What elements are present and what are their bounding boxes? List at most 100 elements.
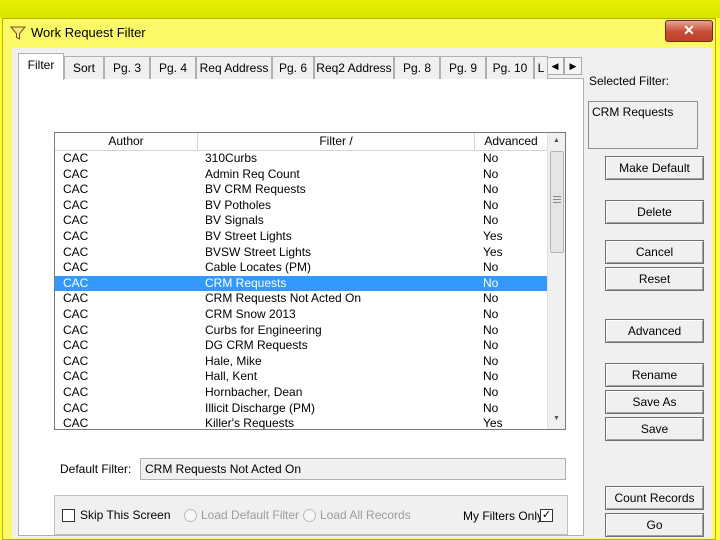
author-cell: CAC [63, 229, 89, 243]
tab-pg-4[interactable]: Pg. 4 [150, 56, 196, 79]
author-cell: CAC [63, 338, 89, 353]
author-cell: CAC [63, 182, 89, 197]
scroll-down-arrow-icon[interactable]: ▼ [548, 411, 565, 427]
selected-filter-value: CRM Requests [588, 101, 698, 149]
tab-pg-9[interactable]: Pg. 9 [440, 56, 486, 79]
tab-sort[interactable]: Sort [64, 56, 104, 79]
list-item[interactable]: CAC Illicit Discharge (PM) No [55, 401, 547, 417]
filter-name-cell: Hall, Kent [205, 369, 258, 384]
author-cell: CAC [63, 260, 89, 275]
author-cell: CAC [63, 197, 89, 212]
filter-name-cell: Admin Req Count [205, 166, 300, 181]
author-cell: CAC [63, 369, 89, 384]
filter-name-cell: Illicit Discharge (PM) [205, 400, 316, 415]
advanced-cell: No [483, 197, 499, 212]
list-item[interactable]: CAC BVSW Street Lights Yes [55, 245, 547, 261]
list-item[interactable]: CAC BV CRM Requests No [55, 182, 547, 198]
author-cell: CAC [63, 151, 89, 165]
list-item[interactable]: CAC CRM Snow 2013 No [55, 307, 547, 323]
load-all-records-label: Load All Records [320, 508, 411, 522]
tab-l[interactable]: L [534, 56, 548, 79]
tab-pg-3[interactable]: Pg. 3 [104, 56, 150, 79]
advanced-cell: No [483, 338, 499, 353]
list-item[interactable]: CAC Hornbacher, Dean No [55, 385, 547, 401]
list-item[interactable]: CAC CRM Requests No [55, 275, 547, 292]
author-cell: CAC [63, 291, 89, 306]
tab-pg-8[interactable]: Pg. 8 [394, 56, 440, 79]
scroll-up-arrow-icon[interactable]: ▲ [548, 133, 565, 149]
filter-list[interactable]: Author Filter / Advanced CAC 310Curbs No CA… [54, 132, 566, 430]
column-header-author[interactable]: Author [55, 133, 198, 151]
go-button[interactable]: Go [605, 513, 704, 537]
list-item[interactable]: CAC Hale, Mike No [55, 354, 547, 370]
column-header-advanced[interactable]: Advanced [475, 133, 548, 151]
default-filter-label: Default Filter: [60, 462, 132, 476]
list-item[interactable]: CAC Curbs for Engineering No [55, 323, 547, 339]
title-bar[interactable]: Work Request Filter ✕ [3, 19, 715, 47]
advanced-cell: No [483, 213, 499, 228]
load-all-records-radio [303, 509, 316, 522]
load-default-filter-label: Load Default Filter [201, 508, 300, 522]
author-cell: CAC [63, 275, 89, 290]
my-filters-only-checkbox[interactable]: ✓ [540, 509, 553, 522]
advanced-button[interactable]: Advanced [605, 319, 704, 343]
save-button[interactable]: Save [605, 417, 704, 441]
filter-name-cell: 310Curbs [205, 151, 258, 165]
load-default-filter-radio [184, 509, 197, 522]
reset-button[interactable]: Reset [605, 267, 704, 291]
tab-req2-address[interactable]: Req2 Address [314, 56, 394, 79]
tab-pg-6[interactable]: Pg. 6 [272, 56, 314, 79]
list-scrollbar[interactable]: ▲ ▼ [547, 133, 565, 429]
advanced-cell: No [483, 182, 499, 197]
advanced-cell: Yes [483, 229, 503, 243]
make-default-button[interactable]: Make Default [605, 156, 704, 180]
list-item[interactable]: CAC 310Curbs No [55, 151, 547, 167]
filter-name-cell: Killer's Requests [205, 416, 294, 430]
tab-req-address[interactable]: Req Address [196, 56, 272, 79]
author-cell: CAC [63, 244, 89, 259]
list-item[interactable]: CAC Hall, Kent No [55, 369, 547, 385]
list-item[interactable]: CAC Killer's Requests Yes [55, 416, 547, 430]
default-filter-field: CRM Requests Not Acted On [140, 458, 566, 480]
filter-name-cell: BV Potholes [205, 197, 272, 212]
selected-filter-label: Selected Filter: [589, 74, 670, 88]
advanced-cell: No [483, 307, 499, 321]
list-item[interactable]: CAC CRM Requests Not Acted On No [55, 291, 547, 307]
column-header-filter[interactable]: Filter / [198, 133, 475, 151]
rename-button[interactable]: Rename [605, 363, 704, 387]
tab-scroll-left-button[interactable]: ◀ [546, 57, 564, 75]
filter-name-cell: CRM Requests [205, 275, 287, 290]
tab-filter[interactable]: Filter [18, 53, 64, 80]
author-cell: CAC [63, 385, 89, 399]
list-item[interactable]: CAC BV Street Lights Yes [55, 229, 547, 245]
filter-name-cell: Cable Locates (PM) [205, 260, 312, 275]
filter-name-cell: CRM Snow 2013 [205, 307, 296, 321]
tab-pg-10[interactable]: Pg. 10 [486, 56, 534, 79]
list-item[interactable]: CAC Admin Req Count No [55, 167, 547, 183]
filter-name-cell: Hale, Mike [205, 353, 262, 368]
skip-this-screen-checkbox[interactable] [62, 509, 75, 522]
count-records-button[interactable]: Count Records [605, 486, 704, 510]
window-title: Work Request Filter [31, 25, 146, 40]
filter-name-cell: Curbs for Engineering [205, 322, 322, 337]
list-item[interactable]: CAC BV Potholes No [55, 198, 547, 214]
tab-scroll-right-button[interactable]: ▶ [564, 57, 582, 75]
advanced-cell: Yes [483, 244, 503, 259]
cancel-button[interactable]: Cancel [605, 240, 704, 264]
skip-this-screen-label[interactable]: Skip This Screen [80, 508, 171, 522]
scrollbar-thumb[interactable] [550, 151, 564, 253]
advanced-cell: No [483, 369, 499, 384]
save-as-button[interactable]: Save As [605, 390, 704, 414]
list-item[interactable]: CAC DG CRM Requests No [55, 338, 547, 354]
list-item[interactable]: CAC Cable Locates (PM) No [55, 260, 547, 276]
advanced-cell: No [483, 385, 499, 399]
author-cell: CAC [63, 416, 89, 430]
work-request-filter-window: Work Request Filter ✕ ◀ ▶ Author Filter … [2, 18, 716, 540]
author-cell: CAC [63, 400, 89, 415]
author-cell: CAC [63, 353, 89, 368]
filter-name-cell: CRM Requests Not Acted On [205, 291, 362, 306]
close-button[interactable]: ✕ [665, 20, 713, 42]
delete-button[interactable]: Delete [605, 200, 704, 224]
list-item[interactable]: CAC BV Signals No [55, 213, 547, 229]
my-filters-only-label[interactable]: My Filters Only [463, 509, 543, 523]
